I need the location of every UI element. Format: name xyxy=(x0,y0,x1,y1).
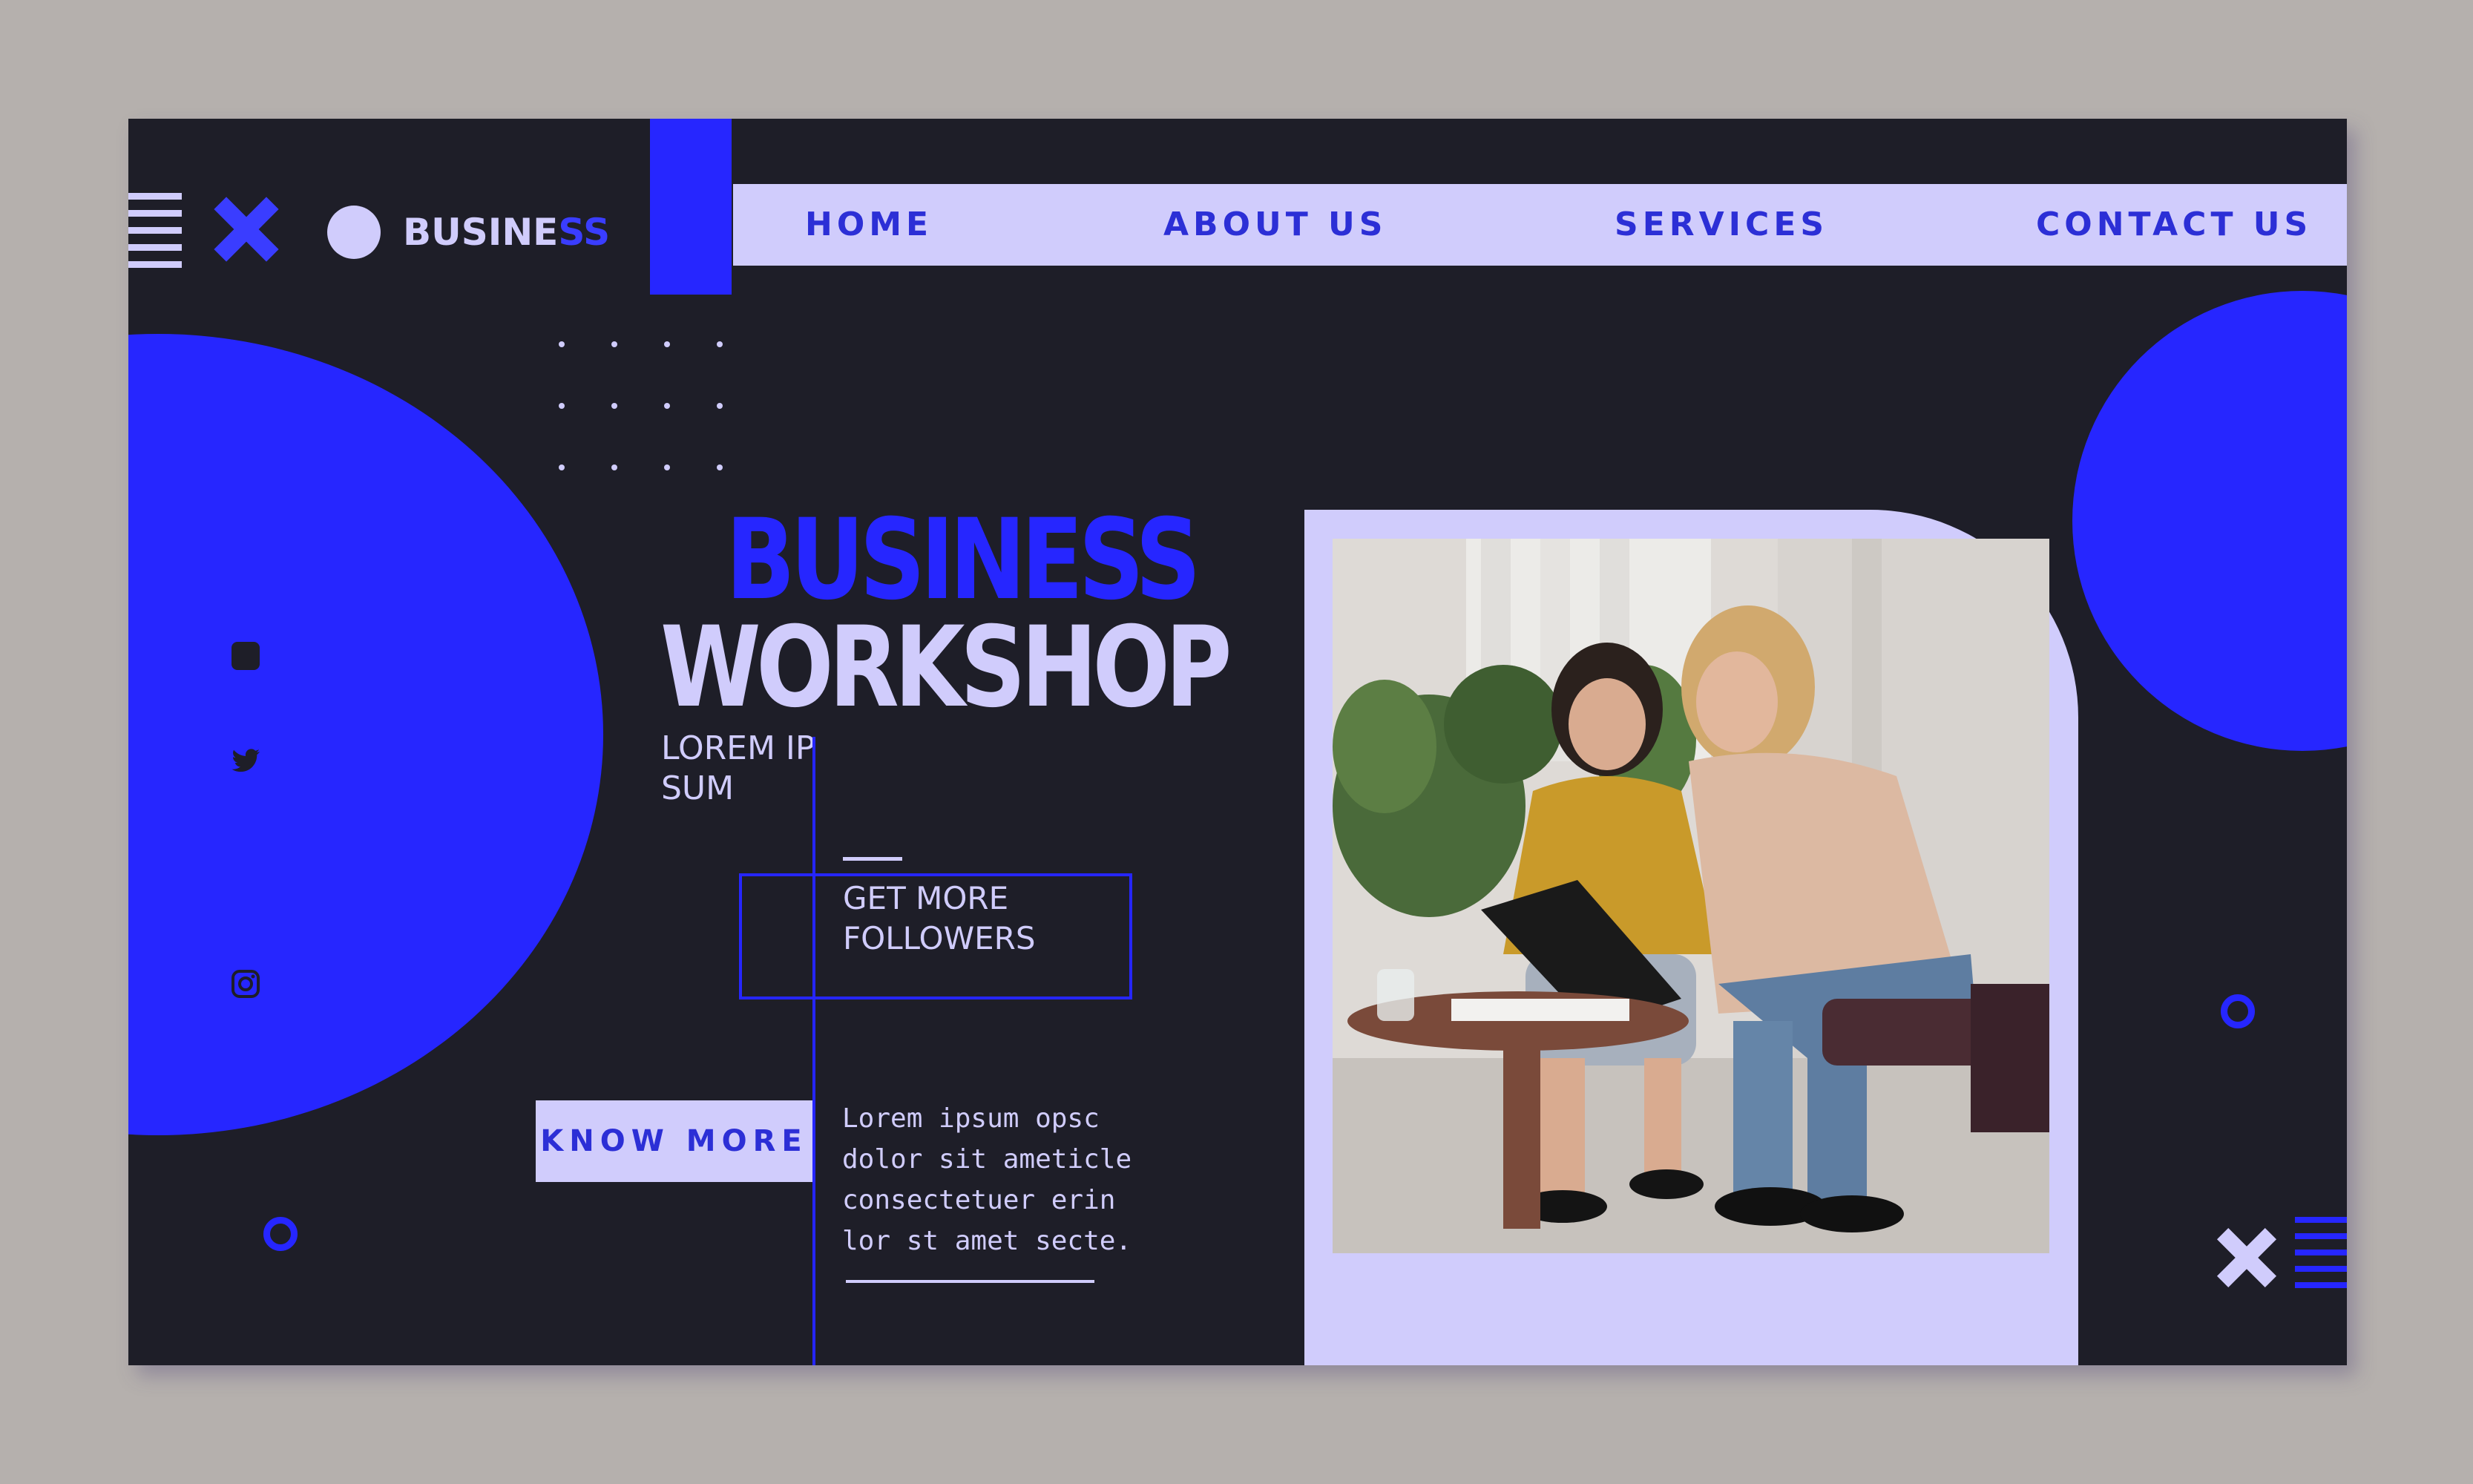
hero-title-line2: WORKSHOP xyxy=(660,603,1232,732)
nav-item-contact-us[interactable]: CONTACT US xyxy=(2036,184,2312,266)
landing-page-card: BUSINESS HOME ABOUT US SERVICES CONTACT … xyxy=(128,119,2347,1365)
close-icon xyxy=(214,197,279,262)
twitter-icon[interactable] xyxy=(229,744,262,777)
hamburger-menu-icon[interactable] xyxy=(128,193,182,275)
logo-text-main: BUSINE xyxy=(403,211,559,254)
know-more-button[interactable]: KNOW MORE xyxy=(536,1100,812,1182)
nav-item-home[interactable]: HOME xyxy=(805,184,933,266)
nav-bar: HOME ABOUT US SERVICES CONTACT US xyxy=(733,184,2347,266)
instagram-icon[interactable] xyxy=(229,968,262,1000)
decorative-circle-right xyxy=(2072,291,2347,751)
nav-item-about-us[interactable]: ABOUT US xyxy=(1163,184,1387,266)
close-icon xyxy=(2216,1227,2277,1288)
workshop-photo xyxy=(1333,539,2049,1253)
vertical-divider xyxy=(812,737,815,1365)
logo-text-accent: SS xyxy=(558,211,611,254)
ring-icon xyxy=(263,1217,298,1251)
logo-circle xyxy=(327,206,381,259)
short-divider xyxy=(843,857,902,861)
followers-text: GET MORE FOLLOWERS xyxy=(843,880,1036,956)
hero-subtitle: LOREM IP SUM xyxy=(661,729,815,807)
accent-bar xyxy=(650,119,732,295)
menu-lines-icon xyxy=(2295,1217,2347,1291)
hero-title-line1: BUSINESS xyxy=(726,496,1201,625)
facebook-icon[interactable] xyxy=(229,640,262,672)
logo-text[interactable]: BUSINESS xyxy=(403,206,610,258)
decorative-circle-left xyxy=(128,334,603,1135)
bottom-divider xyxy=(846,1280,1094,1283)
hero-body-text: Lorem ipsum opsc dolor sit ameticle cons… xyxy=(842,1103,1132,1256)
nav-item-services[interactable]: SERVICES xyxy=(1615,184,1828,266)
ring-icon xyxy=(2221,994,2255,1028)
dot-grid xyxy=(559,341,723,475)
